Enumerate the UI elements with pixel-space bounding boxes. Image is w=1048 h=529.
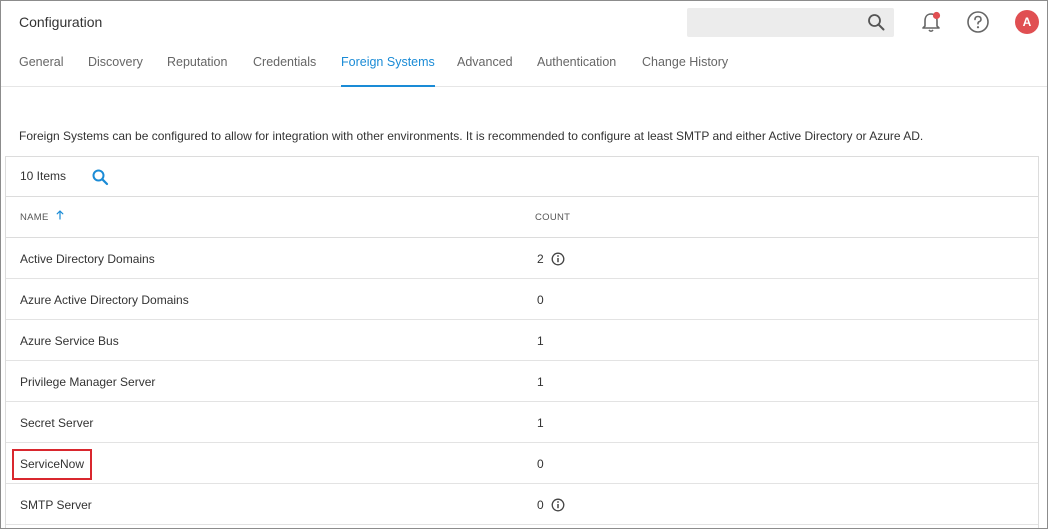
configuration-window: Configuration A General Discovery Reputa… [0, 0, 1048, 529]
info-icon[interactable] [551, 252, 565, 266]
sort-ascending-icon[interactable] [56, 210, 64, 220]
table-toolbar: 10 Items [6, 157, 1038, 197]
row-count: 0 [537, 457, 544, 471]
notification-bell-icon[interactable] [920, 11, 942, 33]
tab-advanced[interactable]: Advanced [457, 51, 513, 87]
tab-change-history[interactable]: Change History [642, 51, 728, 87]
table-row[interactable]: ServiceNow 0 [6, 443, 1038, 484]
tab-credentials[interactable]: Credentials [253, 51, 316, 87]
row-name[interactable]: Active Directory Domains [20, 252, 155, 266]
item-count: 10 Items [20, 169, 67, 183]
search-icon[interactable] [867, 13, 885, 31]
page-title: Configuration [19, 14, 103, 30]
table-row[interactable]: Secret Server 1 [6, 402, 1038, 443]
table-row[interactable]: SMTP Server 0 [6, 484, 1038, 525]
user-avatar[interactable]: A [1015, 10, 1039, 34]
column-header-count[interactable]: COUNT [535, 212, 570, 223]
row-name[interactable]: Secret Server [20, 416, 93, 430]
table-row[interactable]: Active Directory Domains 2 [6, 238, 1038, 279]
row-count: 0 [537, 498, 544, 512]
table-row[interactable]: Privilege Manager Server 1 [6, 361, 1038, 402]
row-count: 1 [537, 416, 544, 430]
tab-reputation[interactable]: Reputation [167, 51, 227, 87]
row-name[interactable]: Azure Active Directory Domains [20, 293, 189, 307]
tab-general[interactable]: General [19, 51, 63, 87]
global-search-input[interactable] [687, 8, 857, 37]
row-count: 1 [537, 375, 544, 389]
table-search-icon[interactable] [91, 168, 109, 186]
config-tabs: General Discovery Reputation Credentials… [1, 51, 901, 87]
info-icon[interactable] [551, 498, 565, 512]
tab-authentication[interactable]: Authentication [537, 51, 616, 87]
table-row[interactable]: Azure Service Bus 1 [6, 320, 1038, 361]
page-header: Configuration A General Discovery Reputa… [1, 1, 1047, 87]
tab-foreign-systems[interactable]: Foreign Systems [341, 51, 435, 87]
foreign-systems-table: 10 Items NAME COUNT Active Directory Dom… [5, 156, 1039, 528]
row-count: 0 [537, 293, 544, 307]
help-icon[interactable] [966, 10, 990, 34]
row-count: 1 [537, 334, 544, 348]
column-header-name[interactable]: NAME [20, 212, 49, 223]
row-count: 2 [537, 252, 544, 266]
global-search[interactable] [687, 8, 894, 37]
table-header: NAME COUNT [6, 197, 1038, 238]
row-name[interactable]: ServiceNow [20, 457, 84, 471]
row-name[interactable]: Privilege Manager Server [20, 375, 155, 389]
tab-discovery[interactable]: Discovery [88, 51, 143, 87]
row-name[interactable]: SMTP Server [20, 498, 92, 512]
foreign-systems-description: Foreign Systems can be configured to all… [19, 129, 924, 143]
table-row[interactable]: Azure Active Directory Domains 0 [6, 279, 1038, 320]
row-name[interactable]: Azure Service Bus [20, 334, 119, 348]
